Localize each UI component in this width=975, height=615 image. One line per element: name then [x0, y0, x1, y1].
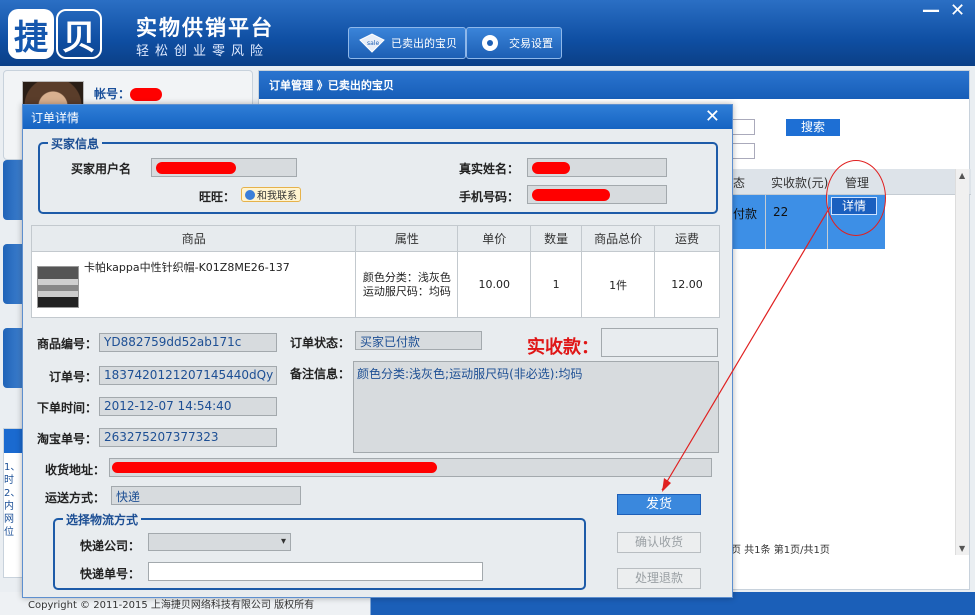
col-attributes: 属性 — [355, 225, 459, 252]
product-table: 商品 属性 单价 数量 商品总价 运费 卡帕kappa中性针织帽-K01Z8ME… — [30, 225, 720, 318]
order-detail-dialog: 订单详情 ✕ 买家信息 买家用户名 旺旺： 和我联系 真实姓名： 手机号码： 商… — [22, 104, 733, 598]
phone-field — [527, 185, 667, 204]
redaction-mark — [112, 462, 437, 473]
order-time-field: 2012-12-07 14:54:40 — [99, 397, 277, 416]
ship-button[interactable]: 发货 — [617, 494, 701, 515]
order-no-label: 订单号： — [49, 370, 98, 384]
col-unit-price: 单价 — [457, 225, 532, 252]
col-product: 商品 — [30, 225, 357, 252]
buyer-info-legend: 买家信息 — [48, 135, 103, 152]
taobao-no-label: 淘宝单号： — [37, 432, 98, 446]
sold-items-label: 已卖出的宝贝 — [391, 37, 457, 50]
search-button[interactable]: 搜索 — [786, 119, 840, 136]
sold-items-button[interactable]: sale 已卖出的宝贝 — [348, 27, 466, 59]
pager: 页 共1条 第1页/共1页 — [731, 545, 830, 556]
app-slogan: 轻松创业零风险 — [136, 44, 270, 59]
refund-button[interactable]: 处理退款 — [617, 568, 701, 589]
search-input[interactable] — [731, 119, 755, 135]
annotation-circle — [826, 160, 886, 236]
col-quantity: 数量 — [530, 225, 583, 252]
contact-me-button[interactable]: 和我联系 — [241, 187, 301, 202]
app-title: 实物供销平台 — [136, 16, 274, 40]
redaction-mark — [532, 162, 570, 174]
order-status-field: 买家已付款 — [355, 331, 482, 350]
memo-label: 备注信息： — [290, 367, 351, 381]
grid-header-received: 实收款(元) — [771, 176, 829, 190]
breadcrumb: 订单管理 》已卖出的宝贝 — [259, 71, 969, 99]
table-row: 卡帕kappa中性针织帽-K01Z8ME26-137 颜色分类：浅灰色 运动服尺… — [30, 251, 720, 318]
trade-settings-label: 交易设置 — [509, 37, 553, 50]
product-code-field: YD882759dd52ab171c — [99, 333, 277, 352]
order-status-label: 订单状态： — [290, 336, 351, 350]
courier-company-select[interactable]: ▾ — [148, 533, 291, 551]
unit-price-cell: 10.00 — [457, 251, 532, 318]
confirm-receipt-button[interactable]: 确认收货 — [617, 532, 701, 553]
taobao-no-field: 263275207377323 — [99, 428, 277, 447]
copyright-text: Copyright © 2011-2015 上海捷贝网络科技有限公司 版权所有 — [28, 600, 315, 611]
settings-gear-icon — [475, 31, 505, 55]
buyer-username-label: 买家用户名 — [71, 162, 132, 176]
redaction-mark — [156, 162, 236, 174]
logistics-legend: 选择物流方式 — [63, 511, 142, 528]
dialog-titlebar: 订单详情 — [23, 105, 732, 129]
logo-char-2: 贝 — [56, 9, 102, 59]
tracking-no-label: 快递单号： — [80, 567, 141, 581]
real-name-field — [527, 158, 667, 177]
account-label: 帐号： — [94, 85, 163, 102]
order-no-field: 1837420121207145440dQy — [99, 366, 277, 385]
attr-line: 运动服尺码：均码 — [362, 284, 451, 298]
quantity-cell: 1 — [530, 251, 583, 318]
net-received-label: 实收款： — [527, 337, 599, 358]
order-time-label: 下单时间： — [37, 401, 98, 415]
app-header: 捷 贝 实物供销平台 轻松创业零风险 sale 已卖出的宝贝 交易设置 — ✕ — [0, 0, 975, 66]
col-total: 商品总价 — [581, 225, 656, 252]
search-input-2[interactable] — [731, 143, 755, 159]
grid-cell-received: 22 — [773, 205, 789, 219]
product-table-header: 商品 属性 单价 数量 商品总价 运费 — [30, 225, 720, 252]
svg-text:sale: sale — [367, 40, 379, 47]
dialog-title: 订单详情 — [31, 111, 80, 125]
col-shipping: 运费 — [654, 225, 720, 252]
redaction-mark — [130, 88, 163, 101]
tracking-no-input[interactable] — [148, 562, 483, 581]
chat-icon — [245, 189, 255, 200]
product-code-label: 商品编号： — [37, 337, 98, 351]
grid-cell-status: 付款 — [733, 207, 758, 221]
minimize-button[interactable]: — — [922, 0, 940, 21]
address-label: 收货地址： — [45, 463, 106, 477]
shipping-method-label: 运送方式： — [45, 491, 106, 505]
shipping-method-field: 快递 — [111, 486, 301, 505]
redaction-mark — [532, 189, 610, 201]
total-cell: 1件 — [581, 251, 656, 318]
dialog-close-icon[interactable]: ✕ — [705, 106, 720, 127]
product-thumbnail — [37, 266, 79, 308]
logo-char-1: 捷 — [8, 9, 54, 59]
scroll-down-icon[interactable]: ▼ — [959, 544, 965, 553]
grid-divider — [765, 195, 766, 249]
product-name: 卡帕kappa中性针织帽-K01Z8ME26-137 — [84, 261, 290, 274]
scrollbar[interactable]: ▲ ▼ — [955, 169, 969, 555]
buyer-username-field — [151, 158, 297, 177]
wangwang-label: 旺旺： — [199, 190, 236, 204]
courier-company-label: 快递公司： — [80, 539, 141, 553]
trade-settings-button[interactable]: 交易设置 — [466, 27, 562, 59]
net-received-field — [601, 328, 718, 357]
window-close-button[interactable]: ✕ — [950, 0, 965, 21]
scroll-up-icon[interactable]: ▲ — [959, 171, 965, 180]
shipping-fee-cell: 12.00 — [654, 251, 720, 318]
sale-tag-icon: sale — [357, 31, 387, 55]
attributes-cell: 颜色分类：浅灰色 运动服尺码：均码 — [355, 251, 459, 318]
address-field — [109, 458, 712, 477]
app-logo: 捷 贝 — [8, 6, 116, 62]
grid-header-status: 态 — [733, 176, 746, 190]
phone-label: 手机号码： — [459, 190, 520, 204]
attr-line: 颜色分类：浅灰色 — [362, 270, 451, 284]
contact-me-label: 和我联系 — [257, 191, 297, 202]
real-name-label: 真实姓名： — [459, 162, 520, 176]
product-cell: 卡帕kappa中性针织帽-K01Z8ME26-137 — [30, 251, 357, 318]
memo-field: 颜色分类:浅灰色;运动服尺码(非必选):均码 — [353, 361, 719, 453]
